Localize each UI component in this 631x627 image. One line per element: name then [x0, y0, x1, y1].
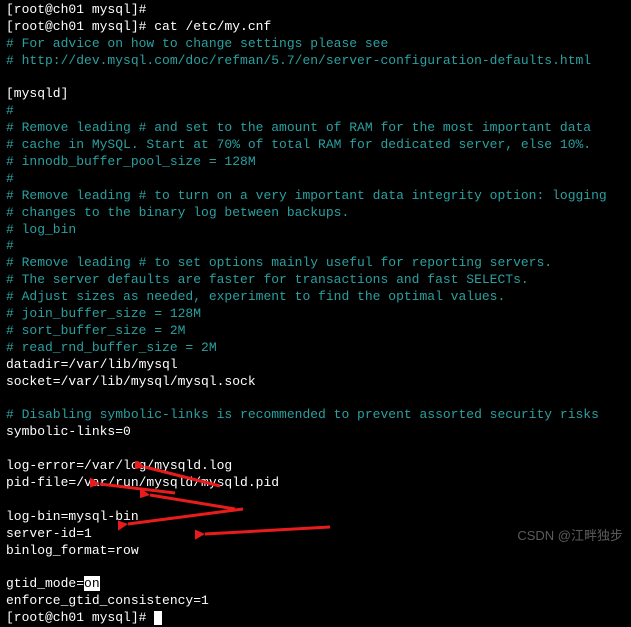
comment-line: # cache in MySQL. Start at 70% of total …	[6, 137, 625, 154]
comment-line: # The server defaults are faster for tra…	[6, 272, 625, 289]
blank-line	[6, 441, 625, 458]
watermark-text: CSDN @江畔独步	[517, 528, 623, 545]
prompt: [root@ch01 mysql]#	[6, 610, 154, 625]
prompt: [root@ch01 mysql]#	[6, 19, 154, 34]
command-text: cat /etc/my.cnf	[154, 19, 271, 34]
blank-line	[6, 492, 625, 509]
comment-line: # changes to the binary log between back…	[6, 205, 625, 222]
blank-line	[6, 390, 625, 407]
comment-line: # Adjust sizes as needed, experiment to …	[6, 289, 625, 306]
comment-line: # http://dev.mysql.com/doc/refman/5.7/en…	[6, 53, 625, 70]
config-line: log-error=/var/log/mysqld.log	[6, 458, 625, 475]
config-line: symbolic-links=0	[6, 424, 625, 441]
config-line-enforce: enforce_gtid_consistency=1	[6, 593, 625, 610]
config-line-gtidmode: gtid_mode=on	[6, 576, 625, 593]
cursor-icon	[154, 611, 162, 625]
comment-line: #	[6, 103, 625, 120]
prompt-line[interactable]: [root@ch01 mysql]#	[6, 610, 625, 627]
comment-line: # join_buffer_size = 128M	[6, 306, 625, 323]
gtid-prefix: gtid_mode=	[6, 576, 84, 591]
comment-line: # innodb_buffer_pool_size = 128M	[6, 154, 625, 171]
comment-line: # Remove leading # to turn on a very imp…	[6, 188, 625, 205]
config-line-logbin: log-bin=mysql-bin	[6, 509, 625, 526]
comment-line: # log_bin	[6, 222, 625, 239]
comment-line: # Remove leading # and set to the amount…	[6, 120, 625, 137]
partial-top-line: [root@ch01 mysql]#	[6, 2, 625, 19]
comment-line: # sort_buffer_size = 2M	[6, 323, 625, 340]
comment-line: #	[6, 171, 625, 188]
comment-line: # For advice on how to change settings p…	[6, 36, 625, 53]
comment-line: # Disabling symbolic-links is recommende…	[6, 407, 625, 424]
config-line: datadir=/var/lib/mysql	[6, 357, 625, 374]
command-line: [root@ch01 mysql]# cat /etc/my.cnf	[6, 19, 625, 36]
blank-line	[6, 559, 625, 576]
config-line: socket=/var/lib/mysql/mysql.sock	[6, 374, 625, 391]
comment-line: # Remove leading # to set options mainly…	[6, 255, 625, 272]
comment-line: #	[6, 238, 625, 255]
section-header: [mysqld]	[6, 86, 625, 103]
config-line: pid-file=/var/run/mysqld/mysqld.pid	[6, 475, 625, 492]
comment-line: # read_rnd_buffer_size = 2M	[6, 340, 625, 357]
blank-line	[6, 70, 625, 87]
gtid-highlight: on	[84, 576, 100, 591]
